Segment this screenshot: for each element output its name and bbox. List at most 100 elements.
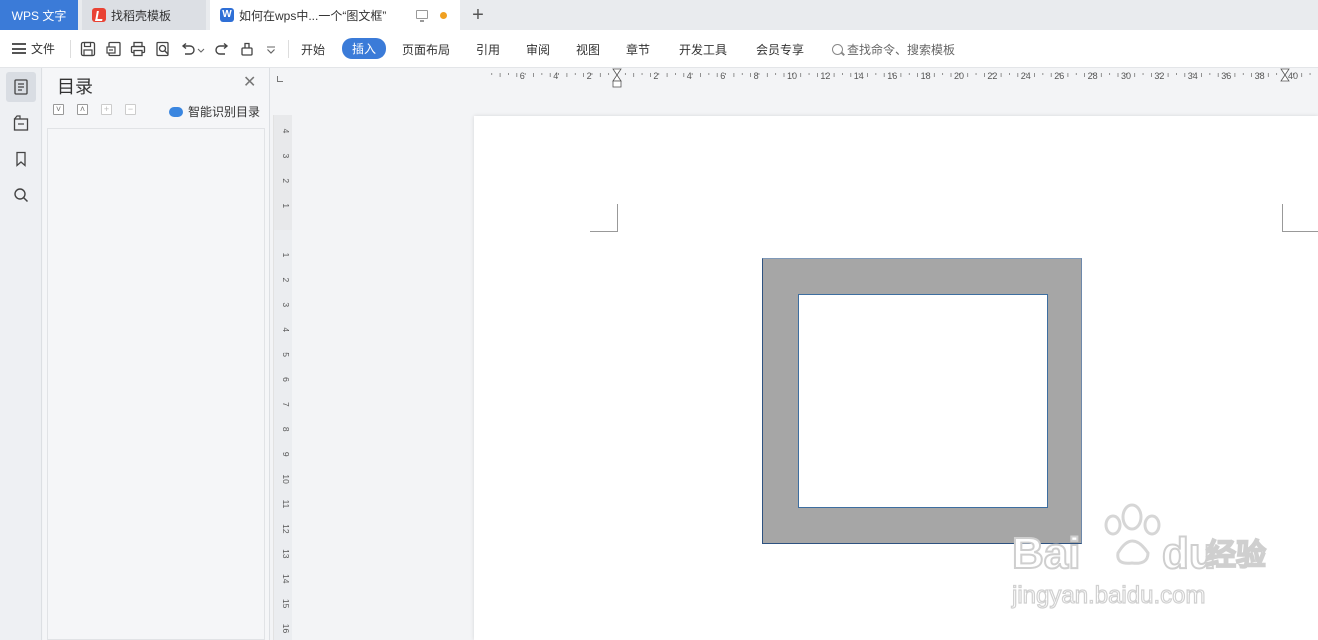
smart-toc-button[interactable]: 智能识别目录 <box>169 103 260 120</box>
tab-references[interactable]: 引用 <box>476 41 500 58</box>
search-icon <box>832 44 843 55</box>
left-indent-marker[interactable] <box>612 80 622 88</box>
print-icon <box>130 41 146 57</box>
tab-wps-home[interactable]: WPS 文字 <box>0 0 78 30</box>
undo-button[interactable] <box>179 40 197 58</box>
ruler-tick-label: 15 <box>281 599 291 609</box>
chevron-down-icon <box>267 46 275 54</box>
tab-developer[interactable]: 开发工具 <box>679 41 727 58</box>
ruler-tick-label: 7 <box>281 402 291 407</box>
wps-writer-icon: W <box>220 8 234 22</box>
redo-icon <box>215 42 229 55</box>
horizontal-ruler[interactable]: 6 4 2 2 4 6 8 10 12 14 16 18 20 22 24 26 28 30 32 34 36 38 40 <box>490 68 1318 90</box>
tab-home[interactable]: 开始 <box>301 41 325 58</box>
file-menu-button[interactable]: 文件 <box>12 40 55 57</box>
document-outline-icon <box>14 79 28 95</box>
toc-list[interactable] <box>47 128 265 640</box>
file-menu-label: 文件 <box>31 42 56 56</box>
ruler-tick-label: 28 <box>1088 71 1098 81</box>
toc-title: 目录 <box>57 77 93 97</box>
chapter-nav-button[interactable] <box>6 108 36 138</box>
ruler-tick-label: 6 <box>520 71 525 81</box>
ruler-tick-label: 40 <box>1288 71 1298 81</box>
ruler-tick-label: 38 <box>1255 71 1265 81</box>
format-painter-button[interactable] <box>238 40 256 58</box>
watermark-url: jingyan.baidu.com <box>1011 582 1205 609</box>
chapter-icon <box>13 115 29 131</box>
ruler-tick-label: 20 <box>954 71 964 81</box>
ruler-tick-label: 2 <box>587 71 592 81</box>
first-line-indent-marker[interactable] <box>612 68 622 82</box>
ruler-tick-label: 4 <box>687 71 692 81</box>
collapse-up-icon[interactable]: ˄ <box>77 104 88 115</box>
export-pdf-icon <box>106 41 121 57</box>
ruler-tick-label: 3 <box>281 154 291 159</box>
tab-page-layout[interactable]: 页面布局 <box>402 41 450 58</box>
cloud-icon <box>169 106 183 117</box>
print-preview-button[interactable] <box>154 40 172 58</box>
toc-pane: 目录 ✕ ˅ ˄ + − 智能识别目录 <box>43 68 270 640</box>
smart-toc-label: 智能识别目录 <box>188 105 261 119</box>
ruler-tick-label: 9 <box>281 452 291 457</box>
command-search-placeholder: 查找命令、搜索模板 <box>847 43 956 57</box>
ruler-tick-label: 2 <box>281 278 291 283</box>
print-preview-icon <box>156 41 169 57</box>
watermark-brand-left: Bai <box>1012 529 1080 578</box>
collapse-down-icon[interactable]: ˅ <box>53 104 64 115</box>
close-icon[interactable]: ✕ <box>243 72 256 92</box>
tab-section[interactable]: 章节 <box>626 41 650 58</box>
find-button[interactable] <box>6 180 36 210</box>
save-button[interactable] <box>79 40 97 58</box>
ruler-tick-label: 4 <box>281 129 291 134</box>
ruler-tick-label: 14 <box>281 574 291 584</box>
tab-bar: WPS 文字 找稻壳模板 W 如何在wps中...一个“图文框” + <box>0 0 1318 30</box>
undo-dropdown-button[interactable] <box>197 40 205 58</box>
baidu-jingyan-watermark: Bai du 经验 jingyan.baidu.com <box>1010 503 1267 610</box>
export-pdf-button[interactable] <box>105 40 123 58</box>
quick-access-more-button[interactable] <box>264 40 278 58</box>
format-painter-icon <box>241 42 253 56</box>
redo-button[interactable] <box>213 40 231 58</box>
chevron-down-icon <box>197 48 205 53</box>
ruler-tick-label: 4 <box>553 71 558 81</box>
print-button[interactable] <box>129 40 147 58</box>
toolbar: 文件 开始 插入 页面布局 引用 审阅 视图 章节 开发工具 会员专享 查找命令… <box>0 30 1318 68</box>
ruler-tick-label: 1 <box>281 253 291 258</box>
new-tab-button[interactable]: + <box>466 0 490 30</box>
ruler-tick-label: 22 <box>987 71 997 81</box>
ruler-tick-label: 10 <box>281 474 291 484</box>
ruler-tick-label: 24 <box>1021 71 1031 81</box>
vertical-ruler-ticks: 432112345678910111213141516 <box>281 129 291 634</box>
tab-review[interactable]: 审阅 <box>526 41 550 58</box>
ruler-tick-label: 6 <box>720 71 725 81</box>
expand-level-icon[interactable]: + <box>101 104 112 115</box>
tab-insert[interactable]: 插入 <box>342 38 387 59</box>
tab-member[interactable]: 会员专享 <box>756 41 804 58</box>
collapse-level-icon[interactable]: − <box>125 104 136 115</box>
undo-icon <box>181 42 195 55</box>
ruler-tick-label: 8 <box>754 71 759 81</box>
save-icon <box>80 41 96 57</box>
ruler-tick-label: 11 <box>281 500 291 509</box>
ruler-tick-label: 2 <box>281 178 291 183</box>
hamburger-icon <box>12 43 26 54</box>
monitor-icon[interactable] <box>416 10 428 22</box>
ruler-tick-label: 16 <box>887 71 897 81</box>
tab-view[interactable]: 视图 <box>576 41 600 58</box>
ruler-tick-label: 1 <box>281 203 291 208</box>
command-search[interactable]: 查找命令、搜索模板 <box>832 41 955 58</box>
ruler-tick-label: 8 <box>281 427 291 432</box>
tab-document-label: 如何在wps中...一个“图文框” <box>239 8 387 23</box>
picture-frame-inner-area[interactable] <box>798 294 1048 508</box>
vertical-ruler[interactable]: 4 3 2 1 1 2 3 4 5 6 7 8 9 10 11 12 13 14 15 16 <box>273 115 292 640</box>
search-icon <box>14 188 29 203</box>
ruler-tick-label: 18 <box>921 71 931 81</box>
tab-templates[interactable]: 找稻壳模板 <box>82 0 206 30</box>
ruler-tick-label: 32 <box>1154 71 1164 81</box>
ruler-tick-label: 36 <box>1221 71 1231 81</box>
tab-document[interactable]: W 如何在wps中...一个“图文框” <box>210 0 460 30</box>
toc-pane-button[interactable] <box>6 72 36 102</box>
ruler-tick-label: 13 <box>281 549 291 559</box>
tab-stop-selector[interactable] <box>277 76 283 82</box>
bookmark-button[interactable] <box>6 144 36 174</box>
